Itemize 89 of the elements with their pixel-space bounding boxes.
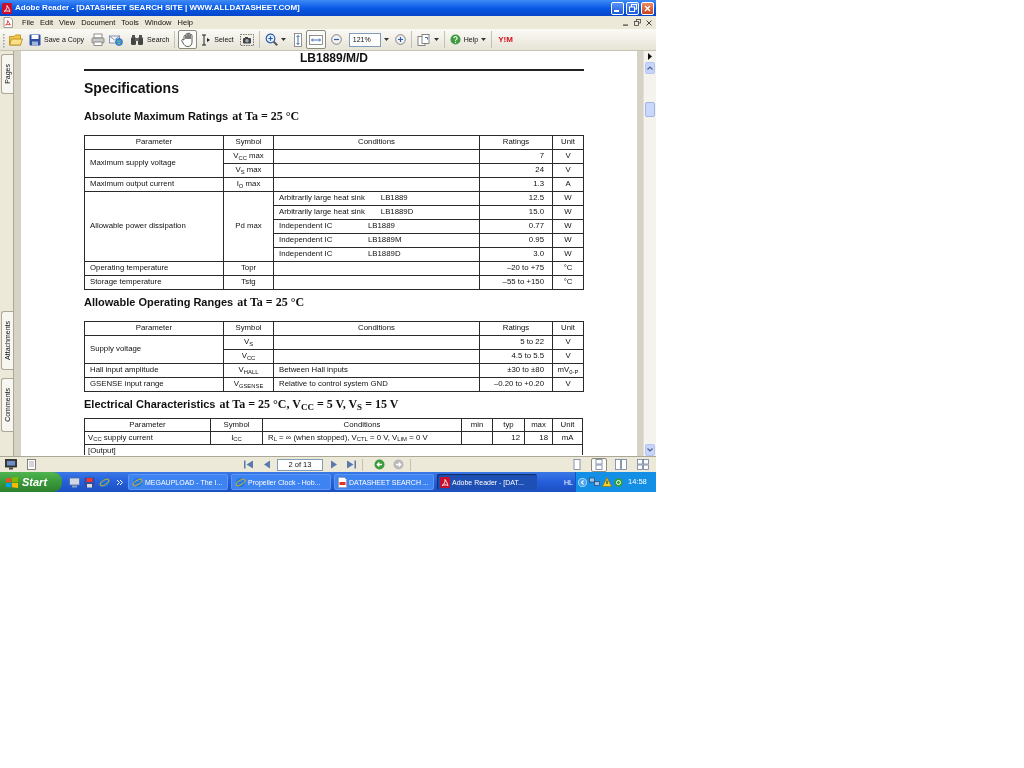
more-button[interactable]: [116, 478, 123, 486]
status-circle-icon: [614, 477, 623, 487]
text-cursor-icon: [201, 33, 212, 46]
browser-icon: [132, 476, 143, 488]
help-icon: [449, 34, 461, 45]
hand-tool-button[interactable]: [178, 30, 198, 49]
section-heading: Electrical Characteristics at Ta = 25 °C, V$_{CC}$ = 5 V, V$_{S}$ = 15 V: [84, 396, 399, 411]
caret-icon: [383, 38, 389, 41]
desktop-icon: [69, 476, 80, 488]
minimize-button[interactable]: [611, 1, 624, 15]
app-icon: [440, 476, 450, 488]
close-icon: [646, 19, 652, 26]
email-icon: [109, 33, 124, 46]
chevron-down-icon: [647, 448, 653, 452]
page-layout-button[interactable]: [591, 457, 607, 472]
close-icon: [644, 4, 651, 12]
messenger-button[interactable]: Y!M: [496, 30, 515, 49]
minimize-icon: [614, 9, 619, 12]
back-arrow-icon: [374, 459, 385, 470]
document-button[interactable]: [27, 458, 36, 471]
app-icon: [2, 2, 12, 14]
document-icon: [27, 459, 36, 470]
binoculars-icon: [130, 33, 145, 46]
plus-circle-icon: [394, 34, 406, 45]
quick-launch-button[interactable]: [69, 476, 80, 488]
monitor-icon: [5, 459, 17, 470]
forward-button[interactable]: [393, 458, 404, 471]
forward-arrow-icon: [393, 459, 404, 470]
chevron-left-circle-icon: [578, 477, 587, 487]
back-button[interactable]: [374, 458, 385, 471]
triangle-right-icon: [648, 53, 652, 60]
next-page-icon: [331, 460, 337, 469]
last-page-button[interactable]: [347, 458, 356, 471]
fit-page-icon: [292, 32, 303, 47]
section-heading: Allowable Operating Ranges at Ta = 25 °C: [84, 294, 305, 309]
caret-icon: [481, 38, 487, 41]
restore-icon: [628, 4, 637, 12]
caret-icon: [280, 38, 286, 41]
magnifier-icon: [264, 33, 278, 46]
fit-width-button[interactable]: [305, 30, 326, 49]
restore-icon: [634, 19, 641, 26]
continuous-page-icon: [593, 459, 605, 470]
camera-icon: [239, 33, 254, 46]
pdf-file-icon: [3, 17, 13, 28]
vertical-scrollbar[interactable]: [643, 51, 656, 456]
double-chevron-icon: [116, 478, 123, 486]
tray-expand-button[interactable]: [578, 477, 587, 487]
scroll-up-button[interactable]: [645, 62, 655, 74]
page-layout-button[interactable]: [613, 457, 629, 472]
quick-launch-button[interactable]: [84, 476, 95, 488]
fit-width-icon: [308, 33, 323, 46]
document-restore-button[interactable]: [634, 19, 641, 26]
previous-page-icon: [264, 460, 270, 469]
monitor-button[interactable]: [5, 458, 17, 471]
last-page-icon: [347, 460, 356, 469]
document-close-button[interactable]: [646, 19, 652, 26]
browser-icon: [99, 476, 110, 488]
windows-logo-icon: [6, 476, 18, 488]
single-page-icon: [571, 459, 583, 470]
start-button[interactable]: Start: [0, 472, 62, 492]
facing-pages-icon: [615, 459, 627, 470]
pages-icon: [416, 33, 431, 46]
grip-icon: [2, 31, 5, 48]
browser-icon: [235, 476, 246, 488]
continuous-facing-icon: [637, 459, 649, 470]
scroll-down-button[interactable]: [645, 444, 655, 456]
page-header: LB1889/M/D: [300, 51, 368, 65]
previous-page-button[interactable]: [264, 458, 270, 471]
window-title: Adobe Reader - [DATASHEET SEARCH SITE | WWW.ALLDATASHEET.COM]: [15, 4, 300, 12]
page-title: Specifications: [84, 78, 179, 97]
section-heading: Absolute Maximum Ratings at Ta = 25 °C: [84, 108, 300, 123]
minus-circle-icon: [330, 34, 342, 45]
caret-icon: [433, 38, 439, 41]
next-page-button[interactable]: [331, 458, 337, 471]
close-button[interactable]: [641, 1, 654, 15]
folder-icon: [9, 33, 23, 46]
page-layout-button[interactable]: [635, 457, 651, 472]
first-page-button[interactable]: [244, 458, 253, 471]
chevron-up-icon: [647, 66, 653, 70]
quick-launch-button[interactable]: [99, 476, 110, 488]
print-button[interactable]: [89, 30, 108, 49]
warning-icon: [602, 477, 612, 487]
restore-button[interactable]: [626, 1, 639, 15]
first-page-icon: [244, 460, 253, 469]
network-icon: [589, 477, 600, 487]
hand-icon: [181, 32, 195, 47]
pdf-file-icon: [338, 476, 347, 488]
printer-icon: [91, 33, 106, 46]
scroll-thumb[interactable]: [645, 102, 655, 117]
